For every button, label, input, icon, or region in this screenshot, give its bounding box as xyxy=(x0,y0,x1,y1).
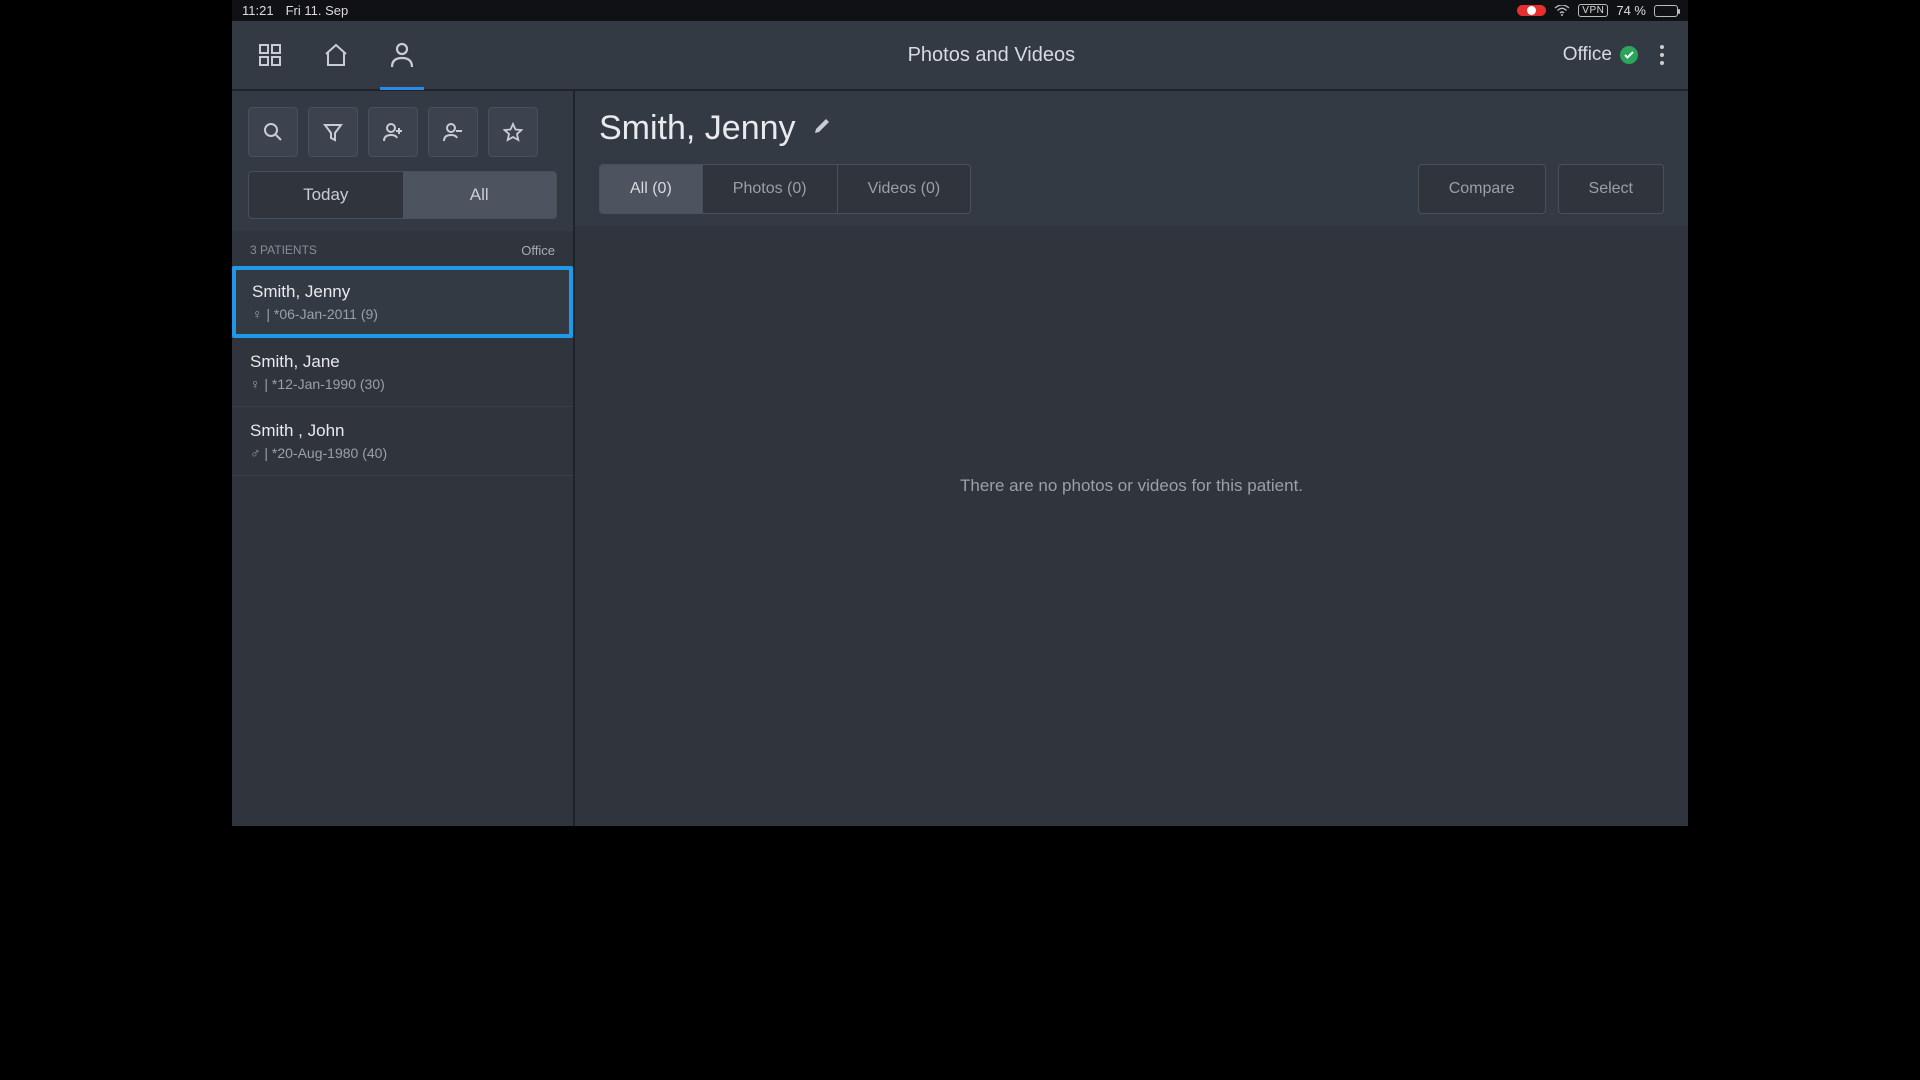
segment-today[interactable]: Today xyxy=(249,172,403,218)
battery-percent: 74 % xyxy=(1616,3,1646,18)
media-type-tabs: All (0) Photos (0) Videos (0) xyxy=(599,164,971,214)
tab-photos[interactable]: Photos (0) xyxy=(703,165,838,213)
tab-all[interactable]: All (0) xyxy=(600,165,703,213)
patient-item[interactable]: Smith, Jane ♀ | *12-Jan-1990 (30) xyxy=(232,338,573,407)
favorite-button[interactable] xyxy=(488,107,538,157)
add-patient-button[interactable] xyxy=(368,107,418,157)
page-title: Photos and Videos xyxy=(420,44,1563,67)
patient-list: Smith, Jenny♀ | *06-Jan-2011 (9)Smith, J… xyxy=(232,266,573,826)
select-button[interactable]: Select xyxy=(1558,164,1664,214)
search-button[interactable] xyxy=(248,107,298,157)
remove-patient-button[interactable] xyxy=(428,107,478,157)
compare-button[interactable]: Compare xyxy=(1418,164,1546,214)
current-patient-name: Smith, Jenny xyxy=(599,109,796,148)
more-menu[interactable] xyxy=(1656,37,1668,73)
patient-filter-segment: Today All xyxy=(248,171,557,219)
battery-icon xyxy=(1654,5,1678,17)
status-bar: 11:21 Fri 11. Sep VPN 74 % xyxy=(232,0,1688,21)
app-header: Photos and Videos Office xyxy=(232,21,1688,91)
content-area: Smith, Jenny All (0) Photos (0) Videos (… xyxy=(575,91,1688,826)
location-label: Office xyxy=(521,243,555,258)
vpn-indicator: VPN xyxy=(1578,4,1608,17)
patient-item-meta: ♀ | *06-Jan-2011 (9) xyxy=(252,306,553,322)
nav-grid[interactable] xyxy=(252,20,288,90)
patient-item-name: Smith , John xyxy=(250,421,555,441)
tab-videos[interactable]: Videos (0) xyxy=(838,165,971,213)
screen-record-indicator[interactable] xyxy=(1517,5,1546,16)
record-dot-icon xyxy=(1527,6,1536,15)
patient-item-meta: ♂ | *20-Aug-1980 (40) xyxy=(250,445,555,461)
patient-item[interactable]: Smith, Jenny ♀ | *06-Jan-2011 (9) xyxy=(232,266,573,338)
patient-item[interactable]: Smith , John ♂ | *20-Aug-1980 (40) xyxy=(232,407,573,476)
nav-patient[interactable] xyxy=(384,20,420,90)
patient-sidebar: Today All 3 PATIENTS Office Smith, Jenny… xyxy=(232,91,575,826)
account-label[interactable]: Office xyxy=(1563,44,1638,66)
patient-count: 3 PATIENTS xyxy=(250,243,317,258)
patient-item-name: Smith, Jenny xyxy=(252,282,553,302)
edit-icon[interactable] xyxy=(812,116,832,141)
patient-list-header: 3 PATIENTS Office xyxy=(232,231,573,266)
status-date: Fri 11. Sep xyxy=(286,3,349,18)
segment-all[interactable]: All xyxy=(403,172,557,218)
patient-item-name: Smith, Jane xyxy=(250,352,555,372)
nav-home[interactable] xyxy=(318,20,354,90)
filter-button[interactable] xyxy=(308,107,358,157)
patient-item-meta: ♀ | *12-Jan-1990 (30) xyxy=(250,376,555,392)
check-circle-icon xyxy=(1620,46,1638,64)
wifi-icon xyxy=(1554,5,1570,17)
status-time: 11:21 xyxy=(242,3,274,18)
empty-state: There are no photos or videos for this p… xyxy=(960,476,1303,496)
